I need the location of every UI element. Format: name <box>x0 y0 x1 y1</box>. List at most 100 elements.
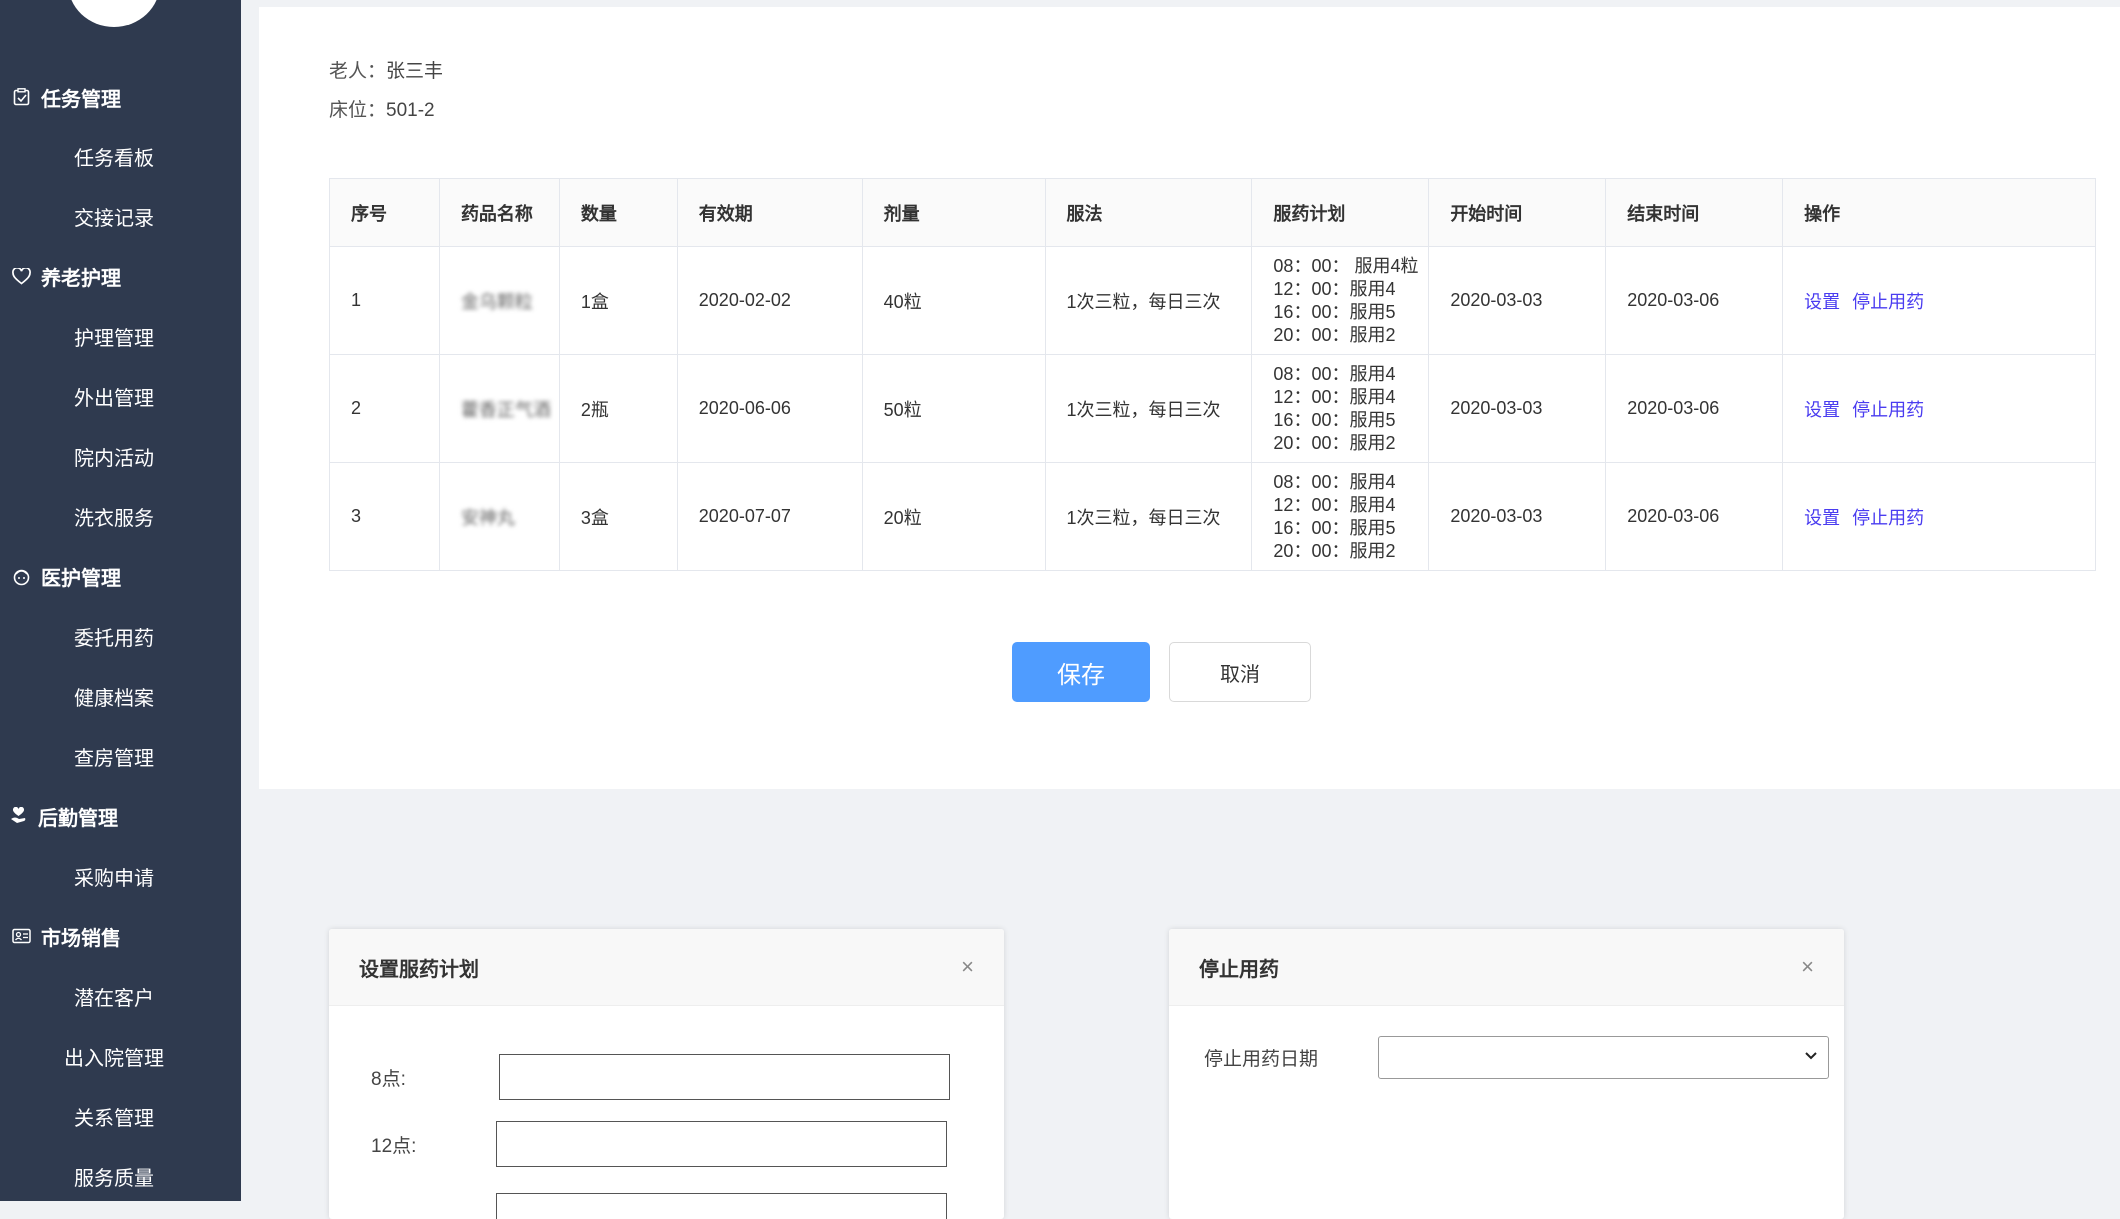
sidebar-item-laundry[interactable]: 洗衣服务 <box>0 496 228 536</box>
form-row-12: 12点: <box>371 1121 947 1167</box>
sidebar-item-activities[interactable]: 院内活动 <box>0 436 228 476</box>
set-plan-dialog: 设置服药计划 × 8点: 12点: <box>329 929 1004 1219</box>
close-icon[interactable]: × <box>1801 954 1814 980</box>
hand-heart-icon <box>8 806 28 826</box>
dialog-header: 设置服药计划 × <box>329 929 1004 1006</box>
sidebar-group-marketing[interactable]: 市场销售 <box>0 916 241 956</box>
plan-line: 08：00： 服用4粒 <box>1273 255 1419 276</box>
cell-dose: 40粒 <box>861 246 1046 355</box>
col-header: 有效期 <box>676 178 863 247</box>
sidebar-item-ward-rounds[interactable]: 查房管理 <box>0 736 228 776</box>
sidebar-item-nursing[interactable]: 护理管理 <box>0 316 228 356</box>
cell-no: 2 <box>329 354 440 463</box>
col-header: 剂量 <box>861 178 1046 247</box>
drug-name: 藿香正气酒 <box>460 399 551 420</box>
id-card-icon <box>11 926 31 946</box>
dialog-title: 设置服药计划 <box>359 958 479 981</box>
sidebar-item-entrusted-medication[interactable]: 委托用药 <box>0 616 228 656</box>
sidebar-item-service-quality[interactable]: 服务质量 <box>0 1156 228 1196</box>
plan-line: 12：00：服用4 <box>1273 386 1396 407</box>
sidebar-item-health-records[interactable]: 健康档案 <box>0 676 228 716</box>
stop-medication-dialog: 停止用药 × 停止用药日期 <box>1169 929 1844 1219</box>
heart-icon <box>11 266 31 286</box>
cell-plan: 08：00：服用4 12：00：服用4 16：00：服用5 20：00：服用2 <box>1251 462 1430 571</box>
cell-expiry: 2020-06-06 <box>676 354 863 463</box>
set-plan-link[interactable]: 设置 <box>1804 508 1840 528</box>
plan-line: 16：00：服用5 <box>1273 409 1396 430</box>
plan-line: 12：00：服用4 <box>1273 278 1396 299</box>
plan-line: 12：00：服用4 <box>1273 494 1396 515</box>
cancel-button[interactable]: 取消 <box>1169 642 1311 702</box>
plan-line: 08：00：服用4 <box>1273 471 1396 492</box>
plan-line: 20：00：服用2 <box>1273 540 1396 561</box>
sidebar-group-label: 医护管理 <box>41 567 121 590</box>
save-button[interactable]: 保存 <box>1012 642 1150 702</box>
chevron-down-icon <box>1804 1045 1818 1068</box>
plan-8-input[interactable] <box>499 1054 950 1100</box>
cell-plan: 08：00：服用4 12：00：服用4 16：00：服用5 20：00：服用2 <box>1251 354 1430 463</box>
sidebar-group-label: 后勤管理 <box>38 807 118 830</box>
sidebar-group-label: 市场销售 <box>41 927 121 950</box>
elder-label: 老人： <box>329 61 387 82</box>
col-header: 结束时间 <box>1605 178 1784 247</box>
sidebar-group-label: 任务管理 <box>41 88 121 111</box>
elder-info: 老人：张三丰 <box>329 56 443 83</box>
table-header-row: 序号 药品名称 数量 有效期 剂量 服法 服药计划 开始时间 结束时间 操作 <box>329 178 2096 247</box>
sidebar-group-medical[interactable]: 医护管理 <box>0 556 241 596</box>
cell-usage: 1次三粒，每日三次 <box>1044 246 1253 355</box>
cell-actions: 设置 停止用药 <box>1782 246 2096 355</box>
col-header: 服药计划 <box>1251 178 1430 247</box>
bed-label: 床位： <box>329 100 387 121</box>
set-plan-link[interactable]: 设置 <box>1804 400 1840 420</box>
plan-next-input[interactable] <box>496 1193 947 1219</box>
sidebar-item-task-board[interactable]: 任务看板 <box>0 136 228 176</box>
cell-usage: 1次三粒，每日三次 <box>1044 354 1253 463</box>
table-row: 2 藿香正气酒 2瓶 2020-06-06 50粒 1次三粒，每日三次 08：0… <box>329 354 2096 463</box>
bed-info: 床位：501-2 <box>329 95 435 122</box>
cell-actions: 设置 停止用药 <box>1782 462 2096 571</box>
stop-medication-link[interactable]: 停止用药 <box>1852 508 1924 528</box>
cell-expiry: 2020-02-02 <box>676 246 863 355</box>
close-icon[interactable]: × <box>961 954 974 980</box>
sidebar-item-relationships[interactable]: 关系管理 <box>0 1096 228 1136</box>
stop-medication-link[interactable]: 停止用药 <box>1852 292 1924 312</box>
elder-name: 张三丰 <box>386 61 444 82</box>
dialog-title: 停止用药 <box>1199 958 1279 981</box>
field-label: 12点: <box>371 1135 417 1157</box>
table-row: 3 安神丸 3盒 2020-07-07 20粒 1次三粒，每日三次 08：00：… <box>329 462 2096 571</box>
plan-line: 20：00：服用2 <box>1273 324 1396 345</box>
cell-no: 3 <box>329 462 440 571</box>
sidebar-item-potential-customers[interactable]: 潜在客户 <box>0 976 228 1016</box>
sidebar-group-label: 养老护理 <box>41 267 121 290</box>
medication-table: 序号 药品名称 数量 有效期 剂量 服法 服药计划 开始时间 结束时间 操作 1… <box>329 178 2096 571</box>
sidebar-item-admission-discharge[interactable]: 出入院管理 <box>0 1036 228 1076</box>
field-label: 8点: <box>371 1068 406 1090</box>
col-header: 数量 <box>558 178 678 247</box>
form-row-8: 8点: <box>371 1054 950 1100</box>
sidebar: 任务管理 任务看板 交接记录 养老护理 护理管理 外出管理 院内活动 洗衣服务 … <box>0 0 241 1201</box>
plan-line: 16：00：服用5 <box>1273 517 1396 538</box>
stop-date-select[interactable] <box>1378 1036 1829 1079</box>
cell-expiry: 2020-07-07 <box>676 462 863 571</box>
cell-name: 藿香正气酒 <box>438 354 560 463</box>
cell-actions: 设置 停止用药 <box>1782 354 2096 463</box>
col-header: 序号 <box>329 178 440 247</box>
stop-medication-link[interactable]: 停止用药 <box>1852 400 1924 420</box>
sidebar-group-logistics[interactable]: 后勤管理 <box>0 796 241 836</box>
set-plan-link[interactable]: 设置 <box>1804 292 1840 312</box>
sidebar-group-task[interactable]: 任务管理 <box>0 77 241 117</box>
cell-end: 2020-03-06 <box>1605 354 1784 463</box>
cell-start: 2020-03-03 <box>1428 354 1607 463</box>
sidebar-item-purchase[interactable]: 采购申请 <box>0 856 228 896</box>
plan-12-input[interactable] <box>496 1121 947 1167</box>
cell-no: 1 <box>329 246 440 355</box>
cell-dose: 50粒 <box>861 354 1046 463</box>
sidebar-item-handover[interactable]: 交接记录 <box>0 196 228 236</box>
form-row-stop-date: 停止用药日期 <box>1204 1036 1829 1079</box>
sidebar-item-outing[interactable]: 外出管理 <box>0 376 228 416</box>
sidebar-group-care[interactable]: 养老护理 <box>0 256 241 296</box>
avatar[interactable] <box>68 0 160 27</box>
field-label: 停止用药日期 <box>1204 1049 1319 1070</box>
cell-qty: 1盒 <box>558 246 678 355</box>
form-row-next <box>496 1193 947 1219</box>
